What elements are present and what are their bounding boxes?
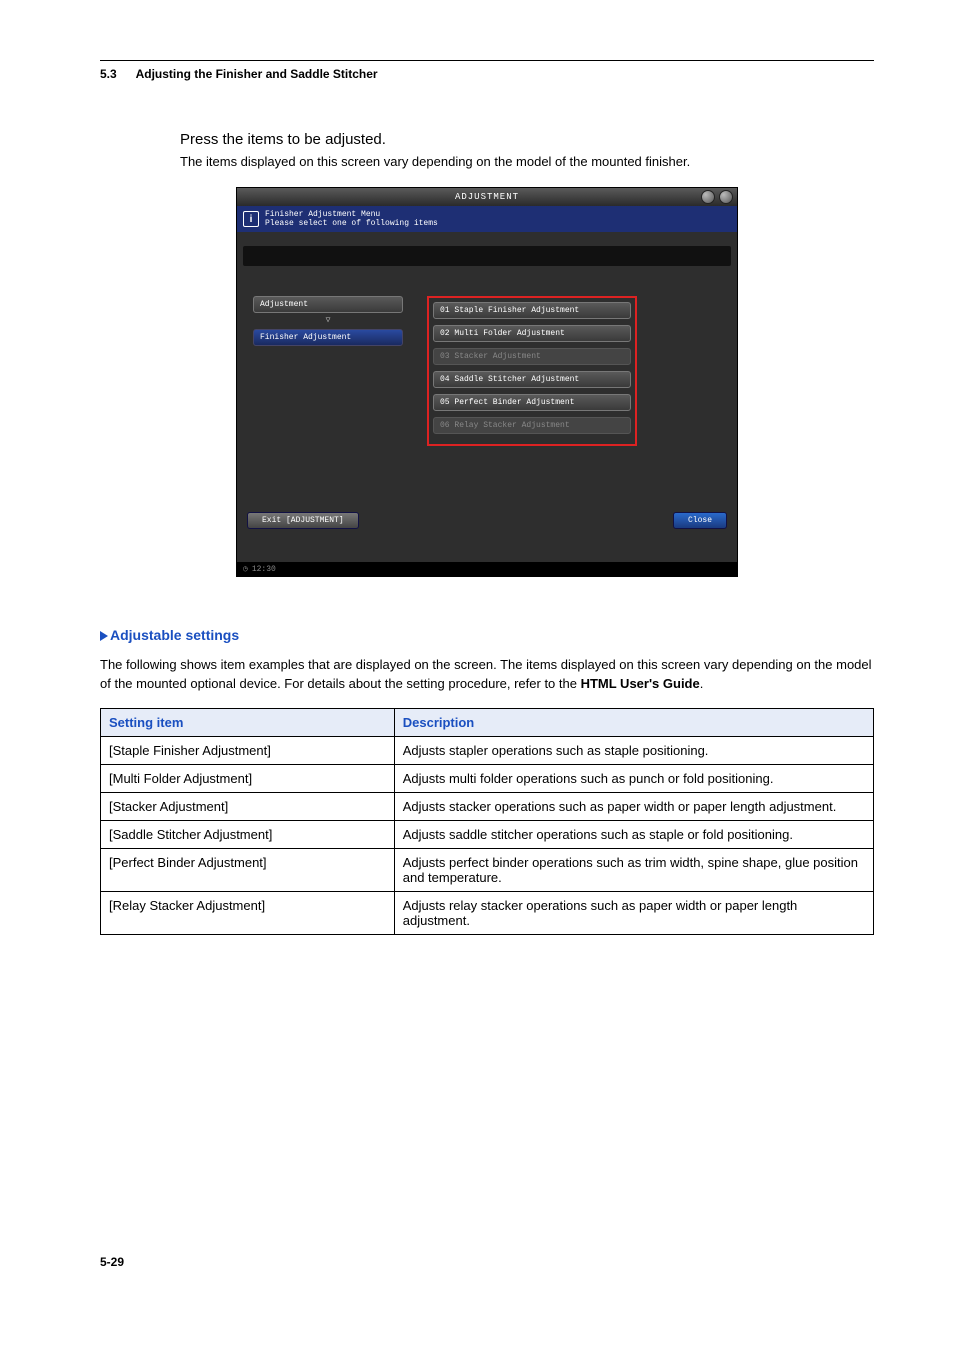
dark-band bbox=[243, 246, 731, 266]
opt-relay-stacker: 06 Relay Stacker Adjustment bbox=[433, 417, 631, 434]
cell-setting-item: [Multi Folder Adjustment] bbox=[101, 764, 395, 792]
clock-icon bbox=[243, 564, 248, 574]
instruction-text: Press the items to be adjusted. bbox=[180, 131, 874, 148]
screenshot-body: Adjustment ▽ Finisher Adjustment 01 Stap… bbox=[237, 232, 737, 562]
th-setting-item: Setting item bbox=[101, 708, 395, 736]
table-row: [Relay Stacker Adjustment]Adjusts relay … bbox=[101, 891, 874, 934]
help-orb-icon bbox=[719, 190, 733, 204]
screenshot-title: ADJUSTMENT bbox=[455, 192, 519, 202]
page-number: 5-29 bbox=[100, 1255, 874, 1269]
cell-description: Adjusts stacker operations such as paper… bbox=[394, 792, 873, 820]
triangle-icon bbox=[100, 631, 108, 641]
info-icon: i bbox=[243, 211, 259, 227]
info-line2: Please select one of following items bbox=[265, 219, 438, 228]
instruction-subtext: The items displayed on this screen vary … bbox=[180, 154, 874, 169]
table-row: [Saddle Stitcher Adjustment]Adjusts sadd… bbox=[101, 820, 874, 848]
opt-staple-finisher[interactable]: 01 Staple Finisher Adjustment bbox=[433, 302, 631, 319]
cell-setting-item: [Perfect Binder Adjustment] bbox=[101, 848, 395, 891]
orb-icon bbox=[701, 190, 715, 204]
opt-multi-folder[interactable]: 02 Multi Folder Adjustment bbox=[433, 325, 631, 342]
settings-table: Setting item Description [Staple Finishe… bbox=[100, 708, 874, 935]
cell-description: Adjusts relay stacker operations such as… bbox=[394, 891, 873, 934]
section-title: Adjusting the Finisher and Saddle Stitch… bbox=[136, 67, 378, 81]
opt-saddle-stitcher[interactable]: 04 Saddle Stitcher Adjustment bbox=[433, 371, 631, 388]
table-row: [Staple Finisher Adjustment]Adjusts stap… bbox=[101, 736, 874, 764]
nav-adjustment[interactable]: Adjustment bbox=[253, 296, 403, 313]
cell-description: Adjusts perfect binder operations such a… bbox=[394, 848, 873, 891]
adjustment-screenshot: ADJUSTMENT i Finisher Adjustment Menu Pl… bbox=[236, 187, 738, 577]
section-number: 5.3 bbox=[100, 67, 117, 81]
table-row: [Stacker Adjustment]Adjusts stacker oper… bbox=[101, 792, 874, 820]
cell-description: Adjusts multi folder operations such as … bbox=[394, 764, 873, 792]
screenshot-titlebar: ADJUSTMENT bbox=[237, 188, 737, 206]
highlighted-options: 01 Staple Finisher Adjustment 02 Multi F… bbox=[427, 296, 637, 446]
cell-setting-item: [Relay Stacker Adjustment] bbox=[101, 891, 395, 934]
opt-stacker: 03 Stacker Adjustment bbox=[433, 348, 631, 365]
info-line1: Finisher Adjustment Menu bbox=[265, 210, 438, 219]
nav-finisher-adjustment[interactable]: Finisher Adjustment bbox=[253, 329, 403, 346]
adjustable-settings-heading: Adjustable settings bbox=[100, 627, 874, 643]
cell-description: Adjusts saddle stitcher operations such … bbox=[394, 820, 873, 848]
screenshot-infobar: i Finisher Adjustment Menu Please select… bbox=[237, 206, 737, 232]
running-header: 5.3 Adjusting the Finisher and Saddle St… bbox=[100, 67, 874, 81]
th-description: Description bbox=[394, 708, 873, 736]
table-row: [Perfect Binder Adjustment]Adjusts perfe… bbox=[101, 848, 874, 891]
cell-setting-item: [Saddle Stitcher Adjustment] bbox=[101, 820, 395, 848]
table-row: [Multi Folder Adjustment]Adjusts multi f… bbox=[101, 764, 874, 792]
chevron-down-icon: ▽ bbox=[253, 315, 403, 325]
cell-setting-item: [Stacker Adjustment] bbox=[101, 792, 395, 820]
clock-time: 12:30 bbox=[252, 565, 276, 574]
opt-perfect-binder[interactable]: 05 Perfect Binder Adjustment bbox=[433, 394, 631, 411]
cell-description: Adjusts stapler operations such as stapl… bbox=[394, 736, 873, 764]
section-paragraph: The following shows item examples that a… bbox=[100, 656, 874, 694]
close-button[interactable]: Close bbox=[673, 512, 727, 529]
exit-button[interactable]: Exit [ADJUSTMENT] bbox=[247, 512, 359, 529]
cell-setting-item: [Staple Finisher Adjustment] bbox=[101, 736, 395, 764]
